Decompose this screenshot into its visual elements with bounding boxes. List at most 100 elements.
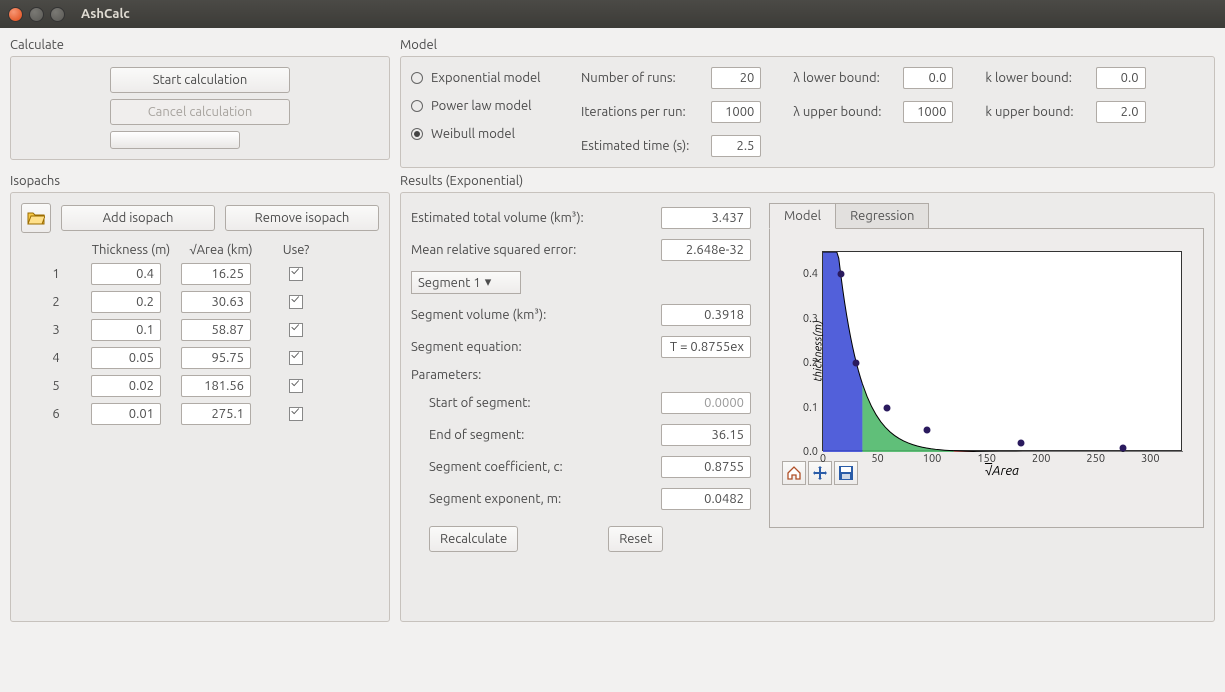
tab-model[interactable]: Model — [769, 203, 836, 229]
results-section: Results (Exponential) Estimated total vo… — [400, 174, 1215, 682]
maximize-icon[interactable] — [50, 7, 65, 22]
minimize-icon[interactable] — [29, 7, 44, 22]
move-icon — [812, 465, 828, 481]
k-lower-input[interactable] — [1096, 67, 1146, 89]
segment-coef-label: Segment coefficient, c: — [429, 460, 563, 474]
table-row: 6 — [31, 403, 379, 425]
chart: thickness(m) √Area 0.00.10.20.30.4050100… — [822, 251, 1182, 451]
segment-select[interactable]: Segment 1 ▾ — [411, 271, 521, 294]
area-input[interactable] — [181, 319, 251, 341]
segment-exp-label: Segment exponent, m: — [429, 492, 561, 506]
row-index: 6 — [31, 407, 81, 421]
iter-input[interactable] — [711, 101, 761, 123]
thickness-input[interactable] — [91, 319, 161, 341]
segment-select-label: Segment 1 — [418, 276, 481, 290]
window-title: AshCalc — [81, 7, 130, 21]
thickness-input[interactable] — [91, 291, 161, 313]
table-row: 4 — [31, 347, 379, 369]
x-tick: 200 — [1032, 450, 1051, 465]
radio-weibull[interactable]: Weibull model — [411, 127, 561, 141]
segment-start-label: Start of segment: — [429, 396, 531, 410]
x-tick: 250 — [1086, 450, 1105, 465]
segment-volume-label: Segment volume (km³): — [411, 308, 546, 322]
segment-start-value — [661, 392, 751, 414]
x-axis-label: √Area — [985, 464, 1019, 478]
plot-area: thickness(m) √Area 0.00.10.20.30.4050100… — [769, 228, 1204, 528]
row-index: 2 — [31, 295, 81, 309]
data-point — [1120, 444, 1127, 451]
remove-isopach-button[interactable]: Remove isopach — [225, 205, 379, 231]
segment-exp-value[interactable] — [661, 488, 751, 510]
time-input[interactable] — [711, 135, 761, 157]
home-icon — [786, 465, 802, 481]
isopachs-section: Isopachs Add isopach Remove isopach Thic… — [10, 174, 390, 682]
segment-fill — [823, 252, 1183, 452]
start-calculation-button[interactable]: Start calculation — [110, 67, 290, 93]
x-tick: 50 — [871, 450, 883, 465]
save-button[interactable] — [834, 461, 858, 485]
total-volume-label: Estimated total volume (km³): — [411, 211, 584, 225]
header-use: Use? — [271, 243, 321, 257]
lambda-upper-input[interactable] — [903, 101, 953, 123]
lambda-lower-input[interactable] — [903, 67, 953, 89]
model-label: Model — [400, 38, 1215, 52]
chevron-down-icon: ▾ — [485, 275, 492, 290]
use-checkbox[interactable] — [289, 267, 303, 281]
y-tick: 0.1 — [803, 402, 823, 414]
k-upper-input[interactable] — [1096, 101, 1146, 123]
table-row: 2 — [31, 291, 379, 313]
thickness-input[interactable] — [91, 347, 161, 369]
use-checkbox[interactable] — [289, 295, 303, 309]
cancel-calculation-button: Cancel calculation — [110, 99, 290, 125]
area-input[interactable] — [181, 291, 251, 313]
mrse-value[interactable] — [661, 239, 751, 261]
tab-regression[interactable]: Regression — [835, 203, 929, 229]
data-point — [1018, 440, 1025, 447]
lambda-lower-label: λ lower bound: — [793, 71, 881, 85]
close-icon[interactable] — [8, 7, 23, 22]
segment-equation-value[interactable] — [661, 336, 751, 358]
k-lower-label: k lower bound: — [985, 71, 1073, 85]
segment-coef-value[interactable] — [661, 456, 751, 478]
y-tick: 0.4 — [803, 268, 823, 280]
results-label: Results (Exponential) — [400, 174, 1215, 188]
use-checkbox[interactable] — [289, 379, 303, 393]
data-point — [924, 426, 931, 433]
radio-powerlaw[interactable]: Power law model — [411, 99, 561, 113]
recalculate-button[interactable]: Recalculate — [429, 526, 518, 552]
row-index: 4 — [31, 351, 81, 365]
data-point — [837, 271, 844, 278]
segment-end-label: End of segment: — [429, 428, 524, 442]
iter-label: Iterations per run: — [581, 105, 689, 119]
segment-equation-label: Segment equation: — [411, 340, 522, 354]
radio-powerlaw-label: Power law model — [431, 99, 532, 113]
y-tick: 0.3 — [803, 313, 823, 325]
x-tick: 0 — [820, 450, 826, 465]
runs-input[interactable] — [711, 67, 761, 89]
area-input[interactable] — [181, 347, 251, 369]
runs-label: Number of runs: — [581, 71, 689, 85]
segment-end-value[interactable] — [661, 424, 751, 446]
titlebar: AshCalc — [0, 0, 1225, 28]
use-checkbox[interactable] — [289, 351, 303, 365]
use-checkbox[interactable] — [289, 323, 303, 337]
row-index: 1 — [31, 267, 81, 281]
add-isopach-button[interactable]: Add isopach — [61, 205, 215, 231]
table-row: 1 — [31, 263, 379, 285]
thickness-input[interactable] — [91, 263, 161, 285]
area-input[interactable] — [181, 403, 251, 425]
area-input[interactable] — [181, 263, 251, 285]
thickness-input[interactable] — [91, 375, 161, 397]
open-file-button[interactable] — [21, 203, 51, 233]
thickness-input[interactable] — [91, 403, 161, 425]
use-checkbox[interactable] — [289, 407, 303, 421]
radio-weibull-label: Weibull model — [431, 127, 515, 141]
area-input[interactable] — [181, 375, 251, 397]
segment-volume-value[interactable] — [661, 304, 751, 326]
radio-exponential[interactable]: Exponential model — [411, 71, 561, 85]
isopachs-label: Isopachs — [10, 174, 390, 188]
home-button[interactable] — [782, 461, 806, 485]
total-volume-value[interactable] — [661, 207, 751, 229]
x-tick: 100 — [923, 450, 942, 465]
reset-button[interactable]: Reset — [608, 526, 663, 552]
